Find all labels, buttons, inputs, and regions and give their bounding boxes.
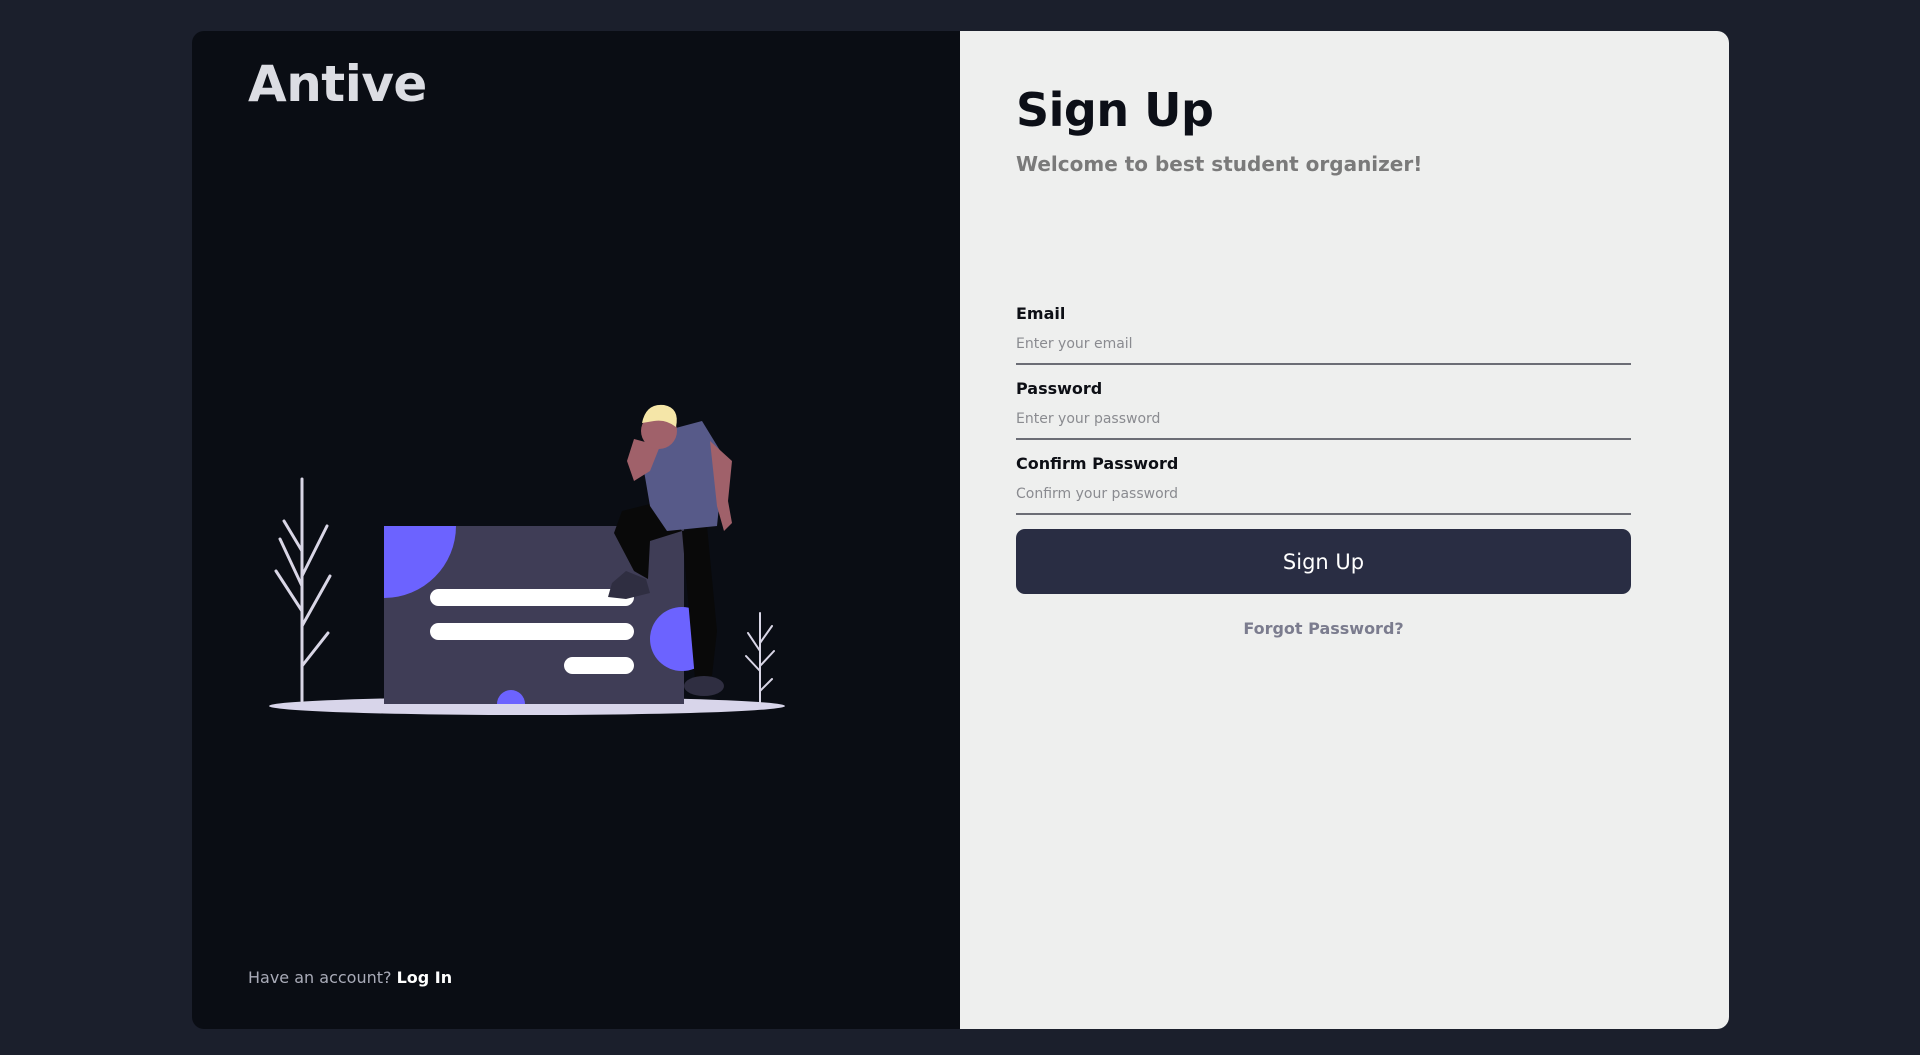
confirm-password-field-group: Confirm Password	[1016, 454, 1631, 515]
login-prompt-text: Have an account?	[248, 968, 392, 987]
forgot-password-link[interactable]: Forgot Password?	[1016, 619, 1631, 638]
password-field-group: Password	[1016, 379, 1631, 440]
password-input[interactable]	[1016, 408, 1631, 440]
signup-form: Email Password Confirm Password Sign Up …	[1016, 304, 1631, 638]
email-input[interactable]	[1016, 333, 1631, 365]
person-thinking-illustration	[269, 404, 785, 715]
email-label: Email	[1016, 304, 1066, 323]
email-field-group: Email	[1016, 304, 1631, 365]
left-panel: Antive Have an account? Log In	[192, 31, 960, 1029]
page-subtitle: Welcome to best student organizer!	[1016, 152, 1423, 176]
login-prompt: Have an account? Log In	[248, 968, 452, 987]
page-title: Sign Up	[1016, 83, 1214, 137]
signup-card: Antive Have an account? Log In Sign Up W…	[192, 31, 1729, 1029]
sign-up-button[interactable]: Sign Up	[1016, 529, 1631, 594]
password-label: Password	[1016, 379, 1103, 398]
confirm-password-label: Confirm Password	[1016, 454, 1179, 473]
login-link[interactable]: Log In	[397, 968, 453, 987]
right-panel: Sign Up Welcome to best student organize…	[960, 31, 1729, 1029]
brand-logo: Antive	[248, 55, 427, 113]
confirm-password-input[interactable]	[1016, 483, 1631, 515]
